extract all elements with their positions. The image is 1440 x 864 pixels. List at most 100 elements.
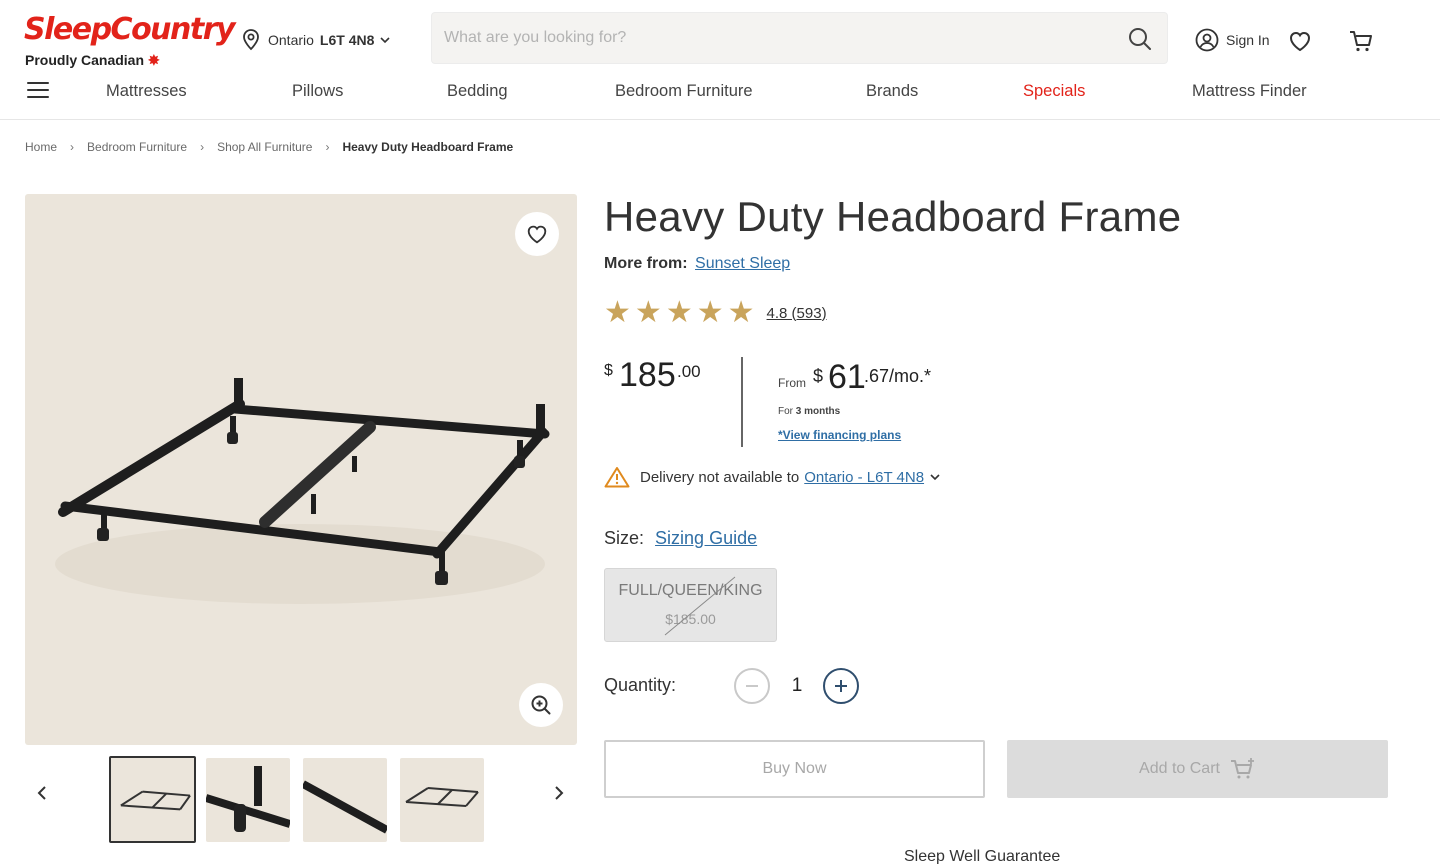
financing-rest: .67/mo.* — [864, 366, 932, 386]
star-icon: ★ — [634, 296, 662, 329]
more-from-label: More from: — [604, 255, 688, 272]
wishlist-button[interactable] — [1287, 28, 1313, 54]
hamburger-icon[interactable] — [27, 82, 49, 100]
add-to-cart-button[interactable]: Add to Cart — [1007, 740, 1388, 798]
location-region: Ontario — [268, 32, 314, 48]
logo-tagline-text: Proudly Canadian — [25, 52, 145, 68]
financing-term-prefix: For — [778, 406, 793, 417]
financing-amount: 61 — [828, 358, 866, 396]
nav-specials[interactable]: Specials — [1023, 82, 1085, 101]
reviews-link[interactable]: 4.8 (593) — [767, 305, 827, 322]
breadcrumb: Home › Bedroom Furniture › Shop All Furn… — [25, 140, 513, 154]
size-option-full-queen-king[interactable]: FULL/QUEEN/KING $185.00 — [604, 568, 777, 642]
search-icon — [1129, 28, 1151, 50]
financing-term: For 3 months — [778, 406, 840, 417]
more-from: More from: Sunset Sleep — [604, 255, 790, 273]
thumbnail-bed-frame-angle-image — [405, 787, 479, 807]
price-currency: $ — [604, 362, 613, 379]
price-divider — [741, 357, 743, 447]
search-bar — [431, 12, 1168, 64]
breadcrumb-current: Heavy Duty Headboard Frame — [342, 140, 514, 154]
delivery-location-link[interactable]: Ontario - L6T 4N8 — [804, 469, 924, 486]
nav-pillows[interactable]: Pillows — [292, 82, 343, 101]
financing-plans-link[interactable]: *View financing plans — [778, 428, 901, 442]
product-title: Heavy Duty Headboard Frame — [604, 193, 1182, 240]
quantity-label: Quantity: — [604, 675, 677, 695]
search-button[interactable] — [1127, 26, 1153, 52]
buy-now-button[interactable]: Buy Now — [604, 740, 985, 798]
thumbnail-prev-button[interactable] — [32, 780, 52, 806]
sleep-well-guarantee: Sleep Well Guarantee — [904, 848, 1061, 864]
quantity-value[interactable]: 1 — [780, 669, 814, 703]
star-icon: ★ — [604, 296, 631, 329]
location-pin-icon — [243, 29, 259, 51]
thumbnail-1[interactable] — [109, 756, 196, 843]
search-input[interactable] — [444, 13, 1104, 63]
delivery-text: Delivery not available to — [640, 468, 800, 486]
heart-icon — [527, 225, 547, 244]
sign-in-link[interactable]: Sign In — [1195, 28, 1270, 52]
product-main-image[interactable] — [25, 194, 577, 745]
zoom-icon — [531, 695, 551, 715]
thumbnail-rail-closeup-image — [303, 780, 387, 834]
sleep-country-logo[interactable]: SleepCountry Proudly Canadian ✸ — [24, 12, 236, 72]
bed-frame-image — [55, 378, 550, 604]
minus-icon — [746, 685, 758, 687]
chevron-left-icon — [37, 786, 46, 800]
cart-plus-icon — [1230, 758, 1254, 779]
breadcrumb-home[interactable]: Home — [25, 140, 57, 154]
breadcrumb-bedroom-furniture[interactable]: Bedroom Furniture — [87, 140, 187, 154]
thumbnail-bracket-closeup-image — [206, 766, 290, 832]
star-icon: ★ — [696, 296, 724, 329]
nav-bedding[interactable]: Bedding — [447, 82, 508, 101]
unavailable-strike-icon — [664, 576, 736, 636]
nav-bedroom-furniture[interactable]: Bedroom Furniture — [615, 82, 753, 101]
financing-term-value: 3 months — [795, 406, 841, 417]
breadcrumb-shop-all-furniture[interactable]: Shop All Furniture — [217, 140, 312, 154]
warning-icon — [604, 467, 630, 488]
financing-from: From — [778, 376, 806, 390]
nav-mattress-finder[interactable]: Mattress Finder — [1192, 82, 1307, 101]
user-icon — [1195, 28, 1219, 52]
product-rating: ★ ★ ★ ★ ★ 4.8 (593) — [604, 298, 827, 328]
location-selector[interactable]: Ontario L6T 4N8 — [240, 28, 390, 52]
price-cents: .00 — [677, 362, 701, 381]
chevron-right-icon — [555, 786, 564, 800]
star-icon: ★ — [665, 296, 693, 329]
quantity-decrease-button[interactable] — [734, 668, 770, 704]
sizing-guide-link[interactable]: Sizing Guide — [655, 528, 757, 548]
star-icon: ★ — [727, 296, 755, 329]
brand-link[interactable]: Sunset Sleep — [695, 255, 790, 272]
chevron-down-icon — [380, 37, 390, 44]
thumbnail-2[interactable] — [206, 758, 290, 842]
cart-icon — [1350, 31, 1372, 52]
add-to-cart-label: Add to Cart — [1139, 760, 1220, 777]
financing-currency: $ — [813, 366, 824, 386]
thumbnail-next-button[interactable] — [549, 780, 569, 806]
maple-leaf-icon: ✸ — [148, 52, 160, 68]
logo-wordmark: SleepCountry — [24, 12, 236, 47]
thumbnail-bed-frame-image — [120, 790, 191, 811]
chevron-down-icon[interactable] — [930, 473, 940, 481]
plus-icon — [835, 680, 847, 692]
sign-in-label: Sign In — [1226, 32, 1270, 48]
heart-icon — [1289, 31, 1311, 52]
quantity-increase-button[interactable] — [823, 668, 859, 704]
delivery-notice: Delivery not available to Ontario - L6T … — [604, 466, 940, 488]
breadcrumb-separator-icon: › — [70, 140, 75, 154]
logo-tagline: Proudly Canadian ✸ — [25, 52, 160, 69]
location-postal: L6T 4N8 — [319, 32, 375, 48]
cart-button[interactable] — [1348, 28, 1374, 54]
breadcrumb-separator-icon: › — [200, 140, 205, 154]
site-header: SleepCountry Proudly Canadian ✸ Ontario L… — [0, 0, 1440, 120]
image-wishlist-button[interactable] — [515, 212, 559, 256]
nav-mattresses[interactable]: Mattresses — [106, 82, 187, 101]
image-zoom-button[interactable] — [519, 683, 563, 727]
size-label: Size: — [604, 528, 645, 548]
thumbnail-4[interactable] — [400, 758, 484, 842]
size-row: Size: Sizing Guide — [604, 528, 757, 549]
breadcrumb-separator-icon: › — [325, 140, 330, 154]
price-dollars: 185 — [619, 356, 676, 394]
thumbnail-3[interactable] — [303, 758, 387, 842]
nav-brands[interactable]: Brands — [866, 82, 918, 101]
